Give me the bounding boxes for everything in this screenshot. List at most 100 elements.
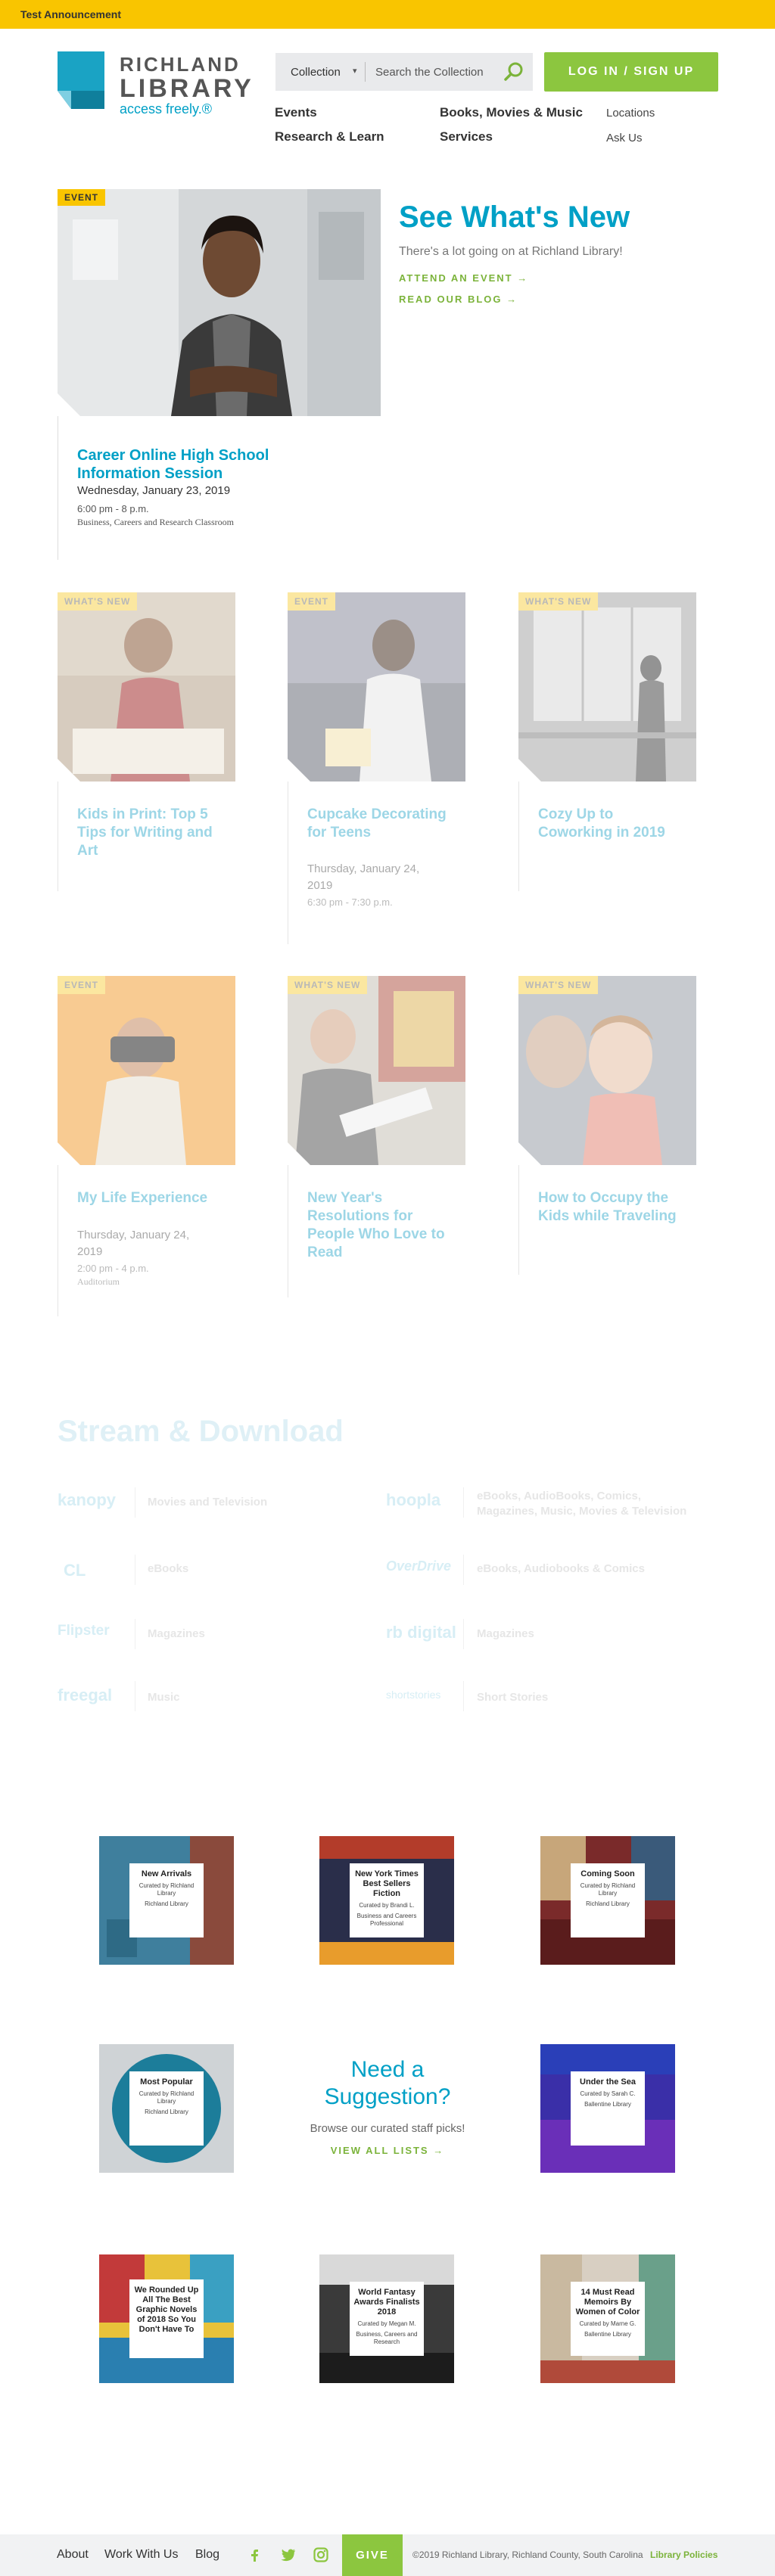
list-title: Coming Soon xyxy=(580,1869,635,1878)
logo-name-line1: RICHLAND xyxy=(120,53,241,76)
card-image xyxy=(288,976,465,1165)
list-tile-world-fantasy[interactable]: World Fantasy Awards Finalists 2018 Cura… xyxy=(319,2254,454,2383)
list-tile-memoirs[interactable]: 14 Must Read Memoirs By Women of Color C… xyxy=(540,2254,675,2383)
kanopy-logo[interactable]: kanopy xyxy=(58,1490,116,1510)
hoopla-logo[interactable]: hoopla xyxy=(386,1490,440,1510)
feature-date: Wednesday, January 23, 2019 xyxy=(77,484,231,497)
card-date: Thursday, January 24, 2019 xyxy=(77,1229,190,1258)
search-icon[interactable] xyxy=(501,59,527,85)
list-overlay: Most Popular Curated by Richland Library… xyxy=(129,2071,204,2146)
footer-blog-link[interactable]: Blog xyxy=(195,2548,219,2562)
attend-event-link[interactable]: ATTEND AN EVENT → xyxy=(399,272,528,284)
service-desc: eBooks, Audiobooks & Comics xyxy=(477,1562,645,1575)
nav-research-learn[interactable]: Research & Learn xyxy=(275,129,384,144)
list-tile-graphic-novels[interactable]: We Rounded Up All The Best Graphic Novel… xyxy=(99,2254,234,2383)
card-badge: WHAT'S NEW xyxy=(288,976,368,994)
card-time: 6:30 pm - 7:30 p.m. xyxy=(307,896,393,908)
list-tile-nyt-fiction[interactable]: New York Times Best Sellers Fiction Cura… xyxy=(319,1836,454,1965)
list-overlay: 14 Must Read Memoirs By Women of Color C… xyxy=(571,2282,645,2356)
card-title[interactable]: Cozy Up to Coworking in 2019 xyxy=(538,806,682,842)
read-blog-link[interactable]: READ OUR BLOG → xyxy=(399,294,518,305)
search-bar: Collection ▾ xyxy=(275,53,533,91)
list-curator: Curated by Richland Library xyxy=(139,1882,195,1897)
login-signup-button[interactable]: LOG IN / SIGN UP xyxy=(544,52,718,92)
card-image xyxy=(518,592,696,782)
footer-about-link[interactable]: About xyxy=(57,2548,89,2562)
list-overlay: World Fantasy Awards Finalists 2018 Cura… xyxy=(350,2282,424,2356)
card-badge: EVENT xyxy=(58,976,106,994)
feature-event-image[interactable]: EVENT xyxy=(58,189,381,416)
service-desc: Short Stories xyxy=(477,1691,549,1704)
facebook-icon[interactable] xyxy=(246,2546,263,2563)
card-badge: EVENT xyxy=(288,592,336,611)
library-policies-link[interactable]: Library Policies xyxy=(650,2550,717,2560)
list-title: World Fantasy Awards Finalists 2018 xyxy=(353,2288,420,2317)
card-title[interactable]: New Year's Resolutions for People Who Lo… xyxy=(307,1189,451,1262)
freegal-logo[interactable]: freegal xyxy=(58,1686,112,1705)
list-title: Under the Sea xyxy=(580,2077,636,2087)
nav-ask-us[interactable]: Ask Us xyxy=(606,132,643,144)
list-title: 14 Must Read Memoirs By Women of Color xyxy=(575,2288,640,2317)
search-input[interactable] xyxy=(368,57,500,87)
list-curator: Curated by Richland Library xyxy=(580,1882,636,1897)
list-title: New York Times Best Sellers Fiction xyxy=(355,1869,419,1898)
list-branch: Richland Library xyxy=(145,2108,188,2115)
cloud-library-logo[interactable]: CL xyxy=(64,1561,86,1580)
list-tile-under-the-sea[interactable]: Under the Sea Curated by Sarah C. Ballen… xyxy=(540,2044,675,2173)
card-title[interactable]: How to Occupy the Kids while Traveling xyxy=(538,1189,682,1226)
footer-work-link[interactable]: Work With Us xyxy=(104,2548,178,2562)
list-overlay: Coming Soon Curated by Richland Library … xyxy=(571,1863,645,1937)
list-branch: Richland Library xyxy=(145,1900,188,1907)
list-branch: Ballentine Library xyxy=(584,2101,631,2108)
list-tile-most-popular[interactable]: Most Popular Curated by Richland Library… xyxy=(99,2044,234,2173)
card-divider xyxy=(518,782,519,891)
card-title[interactable]: Kids in Print: Top 5 Tips for Writing an… xyxy=(77,806,221,860)
card-image xyxy=(58,976,235,1165)
stream-heading: Stream & Download xyxy=(58,1415,344,1448)
flipster-logo[interactable]: Flipster xyxy=(58,1623,110,1639)
rbdigital-logo[interactable]: rb digital xyxy=(386,1623,456,1642)
service-divider xyxy=(463,1681,464,1711)
list-branch: Business and Careers Professional xyxy=(356,1913,417,1927)
instagram-icon[interactable] xyxy=(313,2546,329,2563)
nav-locations[interactable]: Locations xyxy=(606,107,655,120)
search-scope-select[interactable]: Collection xyxy=(291,66,341,79)
service-desc: Movies and Television xyxy=(148,1496,268,1509)
chevron-down-icon[interactable]: ▾ xyxy=(353,66,357,76)
feature-title[interactable]: Career Online High School Information Se… xyxy=(77,446,304,483)
card-title[interactable]: Cupcake Decorating for Teens xyxy=(307,806,451,842)
card-divider xyxy=(518,1165,519,1275)
nav-events[interactable]: Events xyxy=(275,105,317,120)
service-desc: Magazines xyxy=(477,1627,534,1640)
richland-library-logo[interactable]: RICHLAND LIBRARY access freely.® xyxy=(58,51,251,117)
list-overlay: Under the Sea Curated by Sarah C. Ballen… xyxy=(571,2071,645,2146)
overdrive-logo[interactable]: OverDrive xyxy=(386,1558,451,1574)
logo-mark-icon xyxy=(58,51,104,109)
list-branch: Richland Library xyxy=(586,1900,630,1907)
feature-badge: EVENT xyxy=(58,189,106,206)
list-curator: Curated by Richland Library xyxy=(139,2090,195,2105)
feature-photo xyxy=(58,189,381,416)
nav-books-movies-music[interactable]: Books, Movies & Music xyxy=(440,105,583,120)
card-image xyxy=(58,592,235,782)
list-tile-coming-soon[interactable]: Coming Soon Curated by Richland Library … xyxy=(540,1836,675,1965)
card-date: Thursday, January 24, 2019 xyxy=(307,862,420,892)
list-tile-new-arrivals[interactable]: New Arrivals Curated by Richland Library… xyxy=(99,1836,234,1965)
card-badge: WHAT'S NEW xyxy=(58,592,138,611)
give-button[interactable]: GIVE xyxy=(342,2534,403,2576)
suggestion-heading: Need a Suggestion? xyxy=(324,2057,451,2109)
service-divider xyxy=(463,1619,464,1649)
card-badge: WHAT'S NEW xyxy=(518,592,599,611)
list-branch: Ballentine Library xyxy=(584,2331,631,2338)
nav-services[interactable]: Services xyxy=(440,129,493,144)
announcement-text[interactable]: Test Announcement xyxy=(20,8,121,20)
site-footer: About Work With Us Blog GIVE ©2019 Richl… xyxy=(0,2534,775,2576)
card-title[interactable]: My Life Experience xyxy=(77,1189,221,1207)
list-curator: Curated by Brandi L. xyxy=(359,1902,415,1909)
short-stories-logo[interactable]: shortstories xyxy=(386,1689,440,1701)
feature-location: Business, Careers and Research Classroom xyxy=(77,517,234,527)
twitter-icon[interactable] xyxy=(280,2546,297,2563)
view-all-lists-link[interactable]: VIEW ALL LISTS → xyxy=(304,2145,471,2156)
logo-tagline: access freely.® xyxy=(120,101,212,117)
service-divider xyxy=(463,1487,464,1518)
